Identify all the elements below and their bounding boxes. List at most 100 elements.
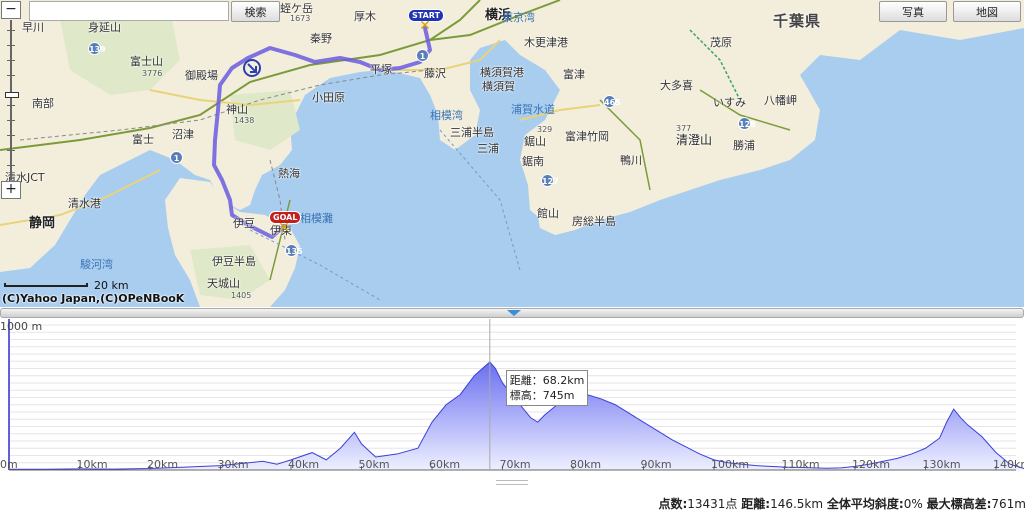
photo-button[interactable]: 写真 [879,1,947,22]
map-label-place: 横須賀 [482,80,515,93]
x-tick-label: 30km [218,458,249,471]
stat-max-diff-value: 761m [991,497,1026,511]
route-viewer: 千葉県 横浜 静岡 蛭ケ岳 厚木 秦野 小田原 御殿場 神山 平塚 藤沢 横須賀… [0,0,1036,514]
map-label-place: 小田原 [312,91,345,104]
x-tick-label: 20km [147,458,178,471]
map-label-water: 相模湾 [430,109,463,122]
map-label-peak: 1438 [234,116,255,125]
map-label-place: 清澄山 [676,133,713,147]
route-shield: 1 [170,151,183,164]
map-label-water: 東京湾 [502,11,535,24]
collapse-toggle-icon[interactable] [507,310,521,316]
map-label-peak: 1673 [290,14,311,23]
map-label-peak: 329 [537,125,553,134]
y-tick-label: 1000 m [0,320,42,333]
stat-points-value: 13431点 [687,497,738,511]
route-shield: 128 [738,117,756,130]
map-label-place: 熱海 [278,167,300,180]
route-shield: 127 [541,174,559,187]
map-base [0,0,1024,307]
stat-distance-label: 距離: [741,497,771,511]
map-label-place: 天城山 [207,277,240,290]
map-label-place: 木更津港 [524,36,568,49]
x-tick-label: 110km [782,458,820,471]
stat-points-label: 点数: [658,497,688,511]
map-label-place: 伊豆 [233,217,255,230]
map-label-place: 八幡岬 [764,94,797,107]
elevation-tooltip: 距離：68.2km 標高：745m [505,369,589,406]
x-tick-label: 50km [359,458,390,471]
map-label-place: 三浦半島 [450,126,494,139]
map-label-shizuoka: 静岡 [29,216,56,231]
map-label-place: 鋸山 [524,135,546,148]
map-label-water: 駿河湾 [80,258,113,271]
map-label-place: 房総半島 [572,215,616,228]
search-input[interactable] [29,1,229,21]
map-label-place: 鋸南 [522,155,544,168]
x-tick-label: 70km [500,458,531,471]
map-label-place: 横須賀港 [480,66,524,79]
map-label-water: 浦賀水道 [511,103,555,116]
map-label-place: 神山 [226,103,248,116]
stat-slope-label: 全体平均斜度: [826,497,904,511]
map-label-place: 御殿場 [185,69,218,82]
map-label-place: 大多喜 [660,79,693,92]
map-label-peak: 1405 [231,291,252,300]
goal-point-icon: ✕ [278,220,290,236]
map-label-place: 三浦 [477,142,499,155]
scale-label: 20 km [94,279,129,292]
map-label-place: 富津竹岡 [565,130,609,143]
map-label-place: 秦野 [310,32,332,45]
route-shield: 465 [603,95,621,108]
map-label-place: 藤沢 [424,67,446,80]
map-label-place: 南部 [32,97,54,110]
stat-slope-value: 0% [903,497,923,511]
resize-handle[interactable] [496,480,528,485]
search-button[interactable]: 検索 [231,1,280,22]
map-label-place: 清水港 [68,197,101,210]
x-tick-label: 80km [570,458,601,471]
map-label-chiba: 千葉県 [773,12,822,30]
tooltip-elevation: 標高：745m [509,388,575,402]
map-label-place: 富士 [132,133,154,146]
map-button[interactable]: 地図 [953,1,1021,22]
map-label-place: 富津 [563,68,585,81]
elevation-profile[interactable]: 1000 m 0m 10km 20km 30km 40km 50km 60km 70km 80km… [0,319,1024,477]
stat-max-diff-label: 最大標高差: [926,497,992,511]
x-tick-label: 100km [711,458,749,471]
map-label-water: 相模灘 [300,212,333,225]
map-label-place: 身延山 [88,21,121,34]
map-label-place: 館山 [537,207,559,220]
zoom-in-button[interactable]: + [1,181,21,199]
map-label-peak: 377 [676,124,692,133]
zoom-slider[interactable] [5,20,19,180]
map-label-place: 伊豆半島 [212,255,256,268]
x-tick-label: 0m [0,458,18,471]
panel-splitter[interactable] [0,308,1024,318]
route-shield: 139 [88,42,106,55]
zoom-out-button[interactable]: − [1,1,21,19]
direction-arrow-icon [243,59,261,77]
map-copyright: (C)Yahoo Japan,(C)OPeNBooK [2,292,185,305]
x-tick-label: 10km [77,458,108,471]
x-tick-label: 40km [288,458,319,471]
tooltip-distance: 距離：68.2km [509,373,585,387]
map-label-place: 富士山 [130,55,163,68]
map-label-peak: 3776 [142,69,163,78]
start-point-icon: ✕ [419,18,431,34]
map-label-place: いすみ [713,96,746,109]
map-label-place: 早川 [22,21,44,34]
route-stats: 点数:13431点 距離:146.5km 全体平均斜度:0% 最大標高差:761… [658,495,1026,512]
map-label-place: 蛭ケ岳 [280,2,313,15]
map-label-place: 勝浦 [733,139,755,152]
x-tick-label: 90km [641,458,672,471]
map-label-place: 平塚 [370,63,392,76]
x-tick-label: 130km [923,458,961,471]
map-label-place: 茂原 [710,36,732,49]
map-label-place: 厚木 [354,10,376,23]
stat-distance-value: 146.5km [770,497,824,511]
map-label-place: 鴨川 [620,154,642,167]
map-view[interactable]: 千葉県 横浜 静岡 蛭ケ岳 厚木 秦野 小田原 御殿場 神山 平塚 藤沢 横須賀… [0,0,1024,307]
zoom-slider-thumb[interactable] [5,92,19,98]
x-tick-label: 140km [993,458,1024,471]
